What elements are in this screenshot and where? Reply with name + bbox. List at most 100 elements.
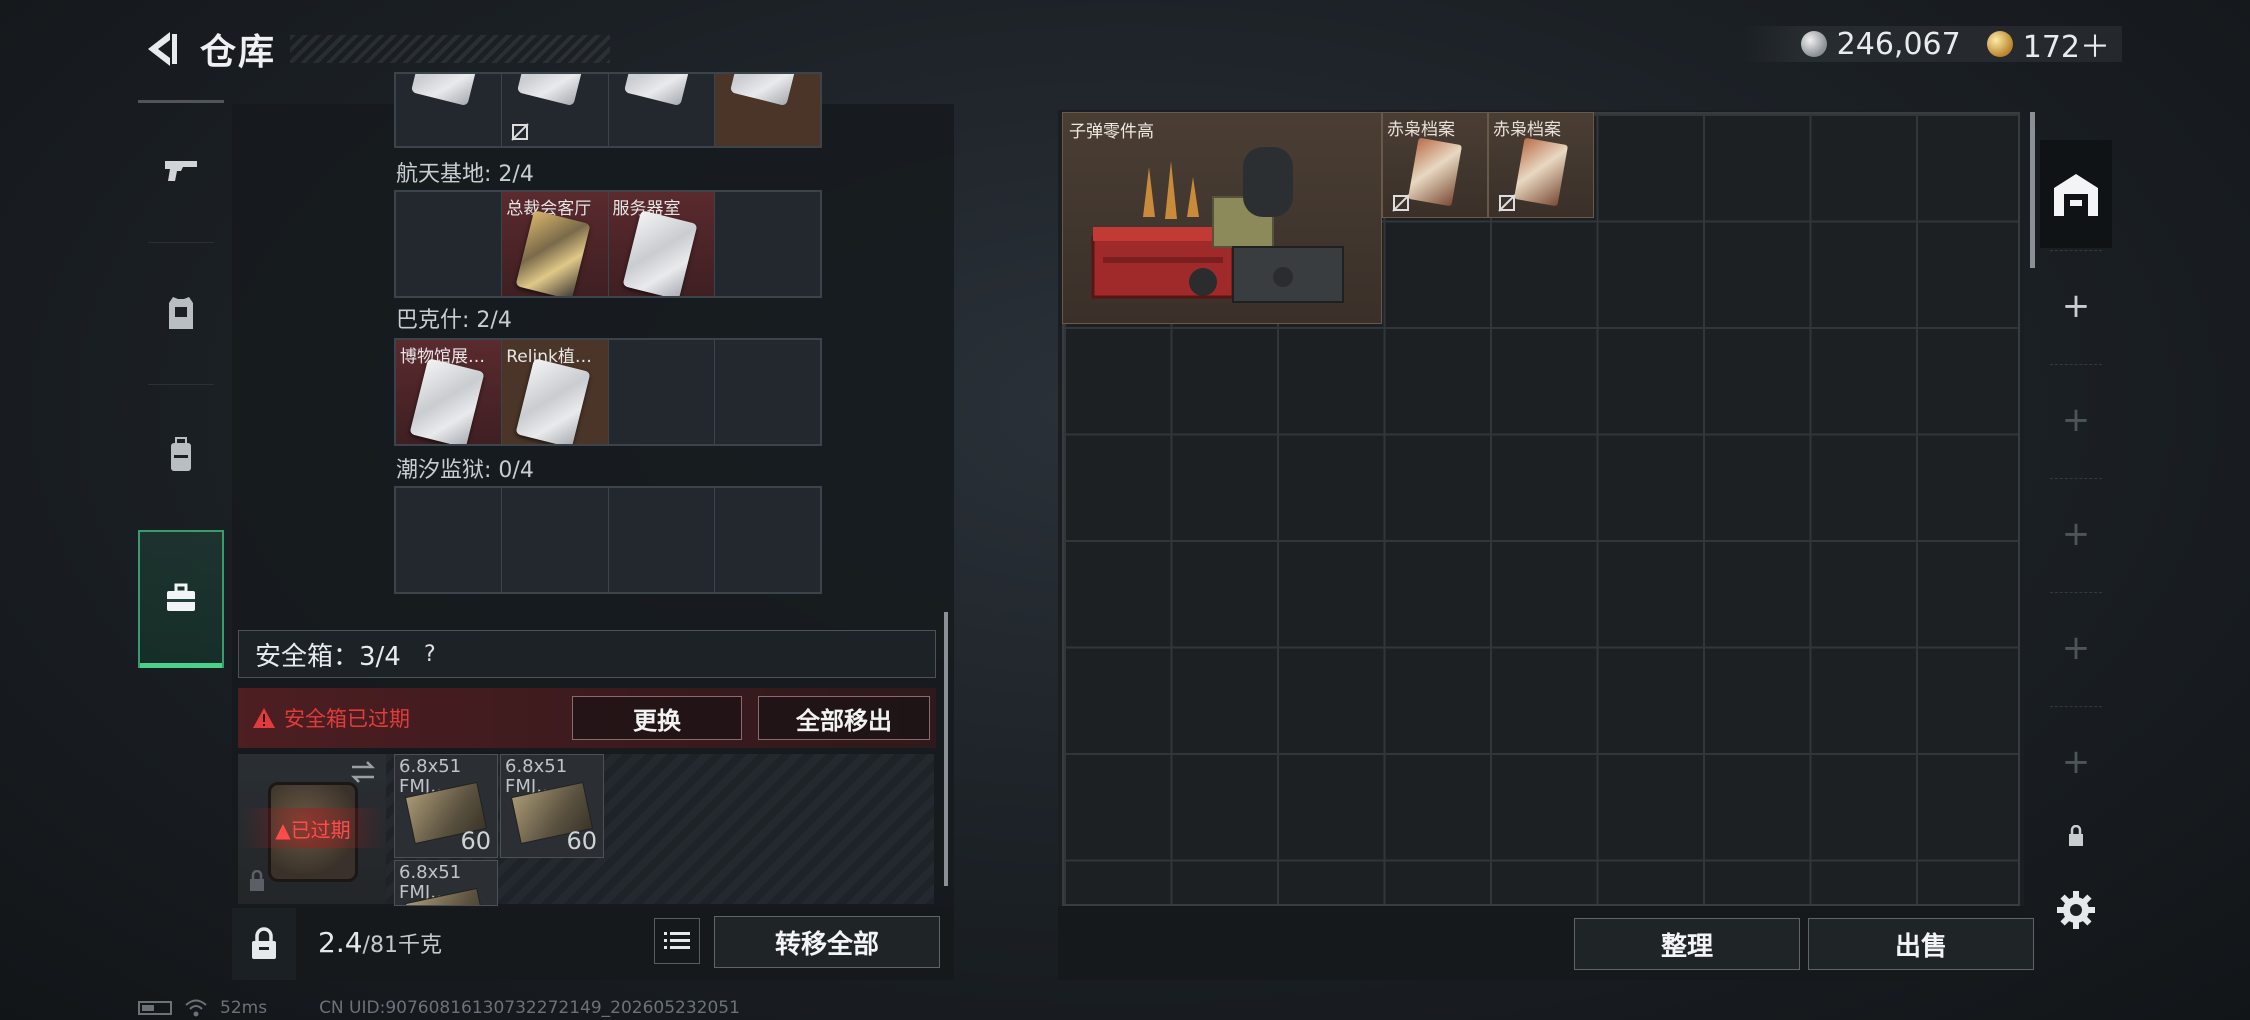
case-expired-label: ▲已过期 (275, 817, 351, 842)
help-icon[interactable]: ? (415, 639, 445, 669)
vest-icon (169, 297, 193, 329)
keycard-slot[interactable] (502, 488, 609, 592)
warning-icon (253, 708, 275, 728)
gold-amount[interactable]: 172＋ (2023, 22, 2110, 66)
keycard-slot[interactable] (609, 488, 715, 592)
uid-text: CN UID:9076081613073227214​9_20260523205… (319, 998, 740, 1018)
unlinked-icon (1392, 194, 1410, 212)
keycard-slot[interactable] (714, 74, 820, 146)
keycard-slot[interactable]: Relink植… (502, 340, 609, 444)
safe-box-header: 安全箱：3/4 ? (238, 630, 936, 678)
safe-case-expired-banner: ▲已过期 (240, 808, 386, 848)
list-icon (664, 932, 690, 949)
ammo-count: 60 (460, 827, 491, 855)
keycard-slot[interactable] (609, 74, 715, 146)
stash-item-ammo-parts[interactable]: 子弹零件高 (1062, 112, 1382, 324)
keycard-group-label: 潮汐监狱: 0/4 (396, 458, 534, 483)
ammo-item[interactable]: 6.8x51 FMJ… (394, 860, 498, 906)
category-separator (148, 242, 214, 243)
category-weapon[interactable] (138, 100, 224, 238)
battery-icon (138, 1001, 172, 1015)
list-view-button[interactable] (654, 918, 700, 964)
unlinked-icon (511, 123, 529, 141)
category-sidebar (138, 100, 224, 670)
safe-expired-text: 安全箱已过期 (284, 707, 410, 731)
stash-page-column: + + + + + (2040, 140, 2112, 960)
keycard-row (394, 486, 822, 594)
safe-box-title: 安全箱：3/4 (255, 641, 401, 672)
plus-icon: + (2061, 514, 2091, 554)
settings-button[interactable] (2040, 870, 2112, 950)
page-title: 仓库 (200, 32, 277, 73)
page-header: 仓库 (140, 18, 611, 80)
keycard-icon (517, 74, 590, 107)
keycard-slot[interactable] (715, 488, 820, 592)
equipment-scrollbar[interactable] (944, 612, 948, 886)
category-backpack[interactable] (138, 386, 224, 524)
add-stash-page-button[interactable]: + (2040, 366, 2112, 474)
swap-icon[interactable] (348, 760, 378, 784)
stash-page-main[interactable] (2040, 140, 2112, 248)
plus-icon: + (2061, 286, 2091, 326)
category-case[interactable] (138, 530, 224, 668)
keycard-slot[interactable]: 服务器室 (608, 192, 715, 296)
sort-button[interactable]: 整理 (1574, 918, 1800, 970)
keycard-icon (515, 210, 591, 296)
keycard-icon (623, 74, 696, 107)
keycard-slot[interactable] (396, 192, 503, 296)
keycard-group-label: 巴克什: 2/4 (396, 308, 512, 333)
keycard-icon (729, 74, 802, 107)
category-separator (148, 384, 214, 385)
silver-amount: 246,067 (1836, 26, 1961, 62)
stash-item-file[interactable]: 赤枭档案 (1488, 112, 1594, 218)
keycard-slot[interactable] (609, 340, 715, 444)
ammo-item[interactable]: 6.8x51 FMJ… 60 (394, 754, 498, 858)
ammo-count: 60 (566, 827, 597, 855)
replace-button[interactable]: 更换 (572, 696, 742, 740)
add-stash-page-button[interactable]: + (2040, 480, 2112, 588)
keycard-slot[interactable] (502, 74, 609, 146)
weight-current: 2.4 (318, 926, 363, 959)
keycard-row: 博物馆展… Relink植… (394, 338, 822, 446)
back-arrow-icon[interactable] (140, 28, 182, 70)
stash-item-file[interactable]: 赤枭档案 (1382, 112, 1488, 218)
add-stash-page-button[interactable]: + (2040, 252, 2112, 360)
keycard-slot[interactable] (396, 488, 503, 592)
add-stash-page-button[interactable]: + (2040, 594, 2112, 702)
keycard-slot[interactable] (715, 340, 820, 444)
stash-home-icon (2054, 174, 2098, 216)
keycard-slot[interactable] (715, 192, 820, 296)
keycard-icon (409, 358, 485, 444)
keycard-slot[interactable]: 博物馆展… (396, 340, 503, 444)
currency-bar: 246,067 172＋ (1740, 26, 2122, 65)
ammo-parts-crate-icon (1091, 147, 1344, 303)
silver-coin-icon (1800, 31, 1827, 57)
keycard-slot[interactable] (396, 74, 503, 146)
sell-button[interactable]: 出售 (1808, 918, 2034, 970)
status-bar: 52ms CN UID:9076081613073227214​9_202605… (138, 996, 740, 1020)
keycard-group-label: 航天基地: 2/4 (396, 162, 534, 187)
weight-max: /81千克 (362, 933, 442, 958)
ammo-item[interactable]: 6.8x51 FMJ… 60 (500, 754, 604, 858)
gold-coin-icon (1986, 31, 2013, 57)
item-name: 赤枭档案 (1387, 120, 1455, 140)
keycard-icon (621, 210, 698, 296)
plus-icon: + (2061, 400, 2091, 440)
dossier-icon (1513, 137, 1569, 207)
item-name: 赤枭档案 (1493, 120, 1561, 140)
title-decoration (290, 35, 611, 63)
stash-scrollbar[interactable] (2030, 112, 2035, 268)
backpack-icon (171, 437, 191, 471)
weight-lock-button[interactable] (232, 908, 296, 980)
keycard-row: 总裁会客厅 服务器室 (394, 190, 822, 298)
wifi-icon (185, 999, 207, 1017)
plus-icon: + (2061, 628, 2091, 668)
lock-icon (2069, 825, 2083, 846)
transfer-all-button[interactable]: 转移全部 (714, 916, 940, 968)
pistol-icon (165, 161, 197, 181)
stash-lock-button[interactable] (2040, 796, 2112, 876)
ping-text: 52ms (220, 998, 268, 1018)
keycard-slot[interactable]: 总裁会客厅 (502, 192, 609, 296)
remove-all-button[interactable]: 全部移出 (758, 696, 930, 740)
category-armor[interactable] (138, 244, 224, 382)
